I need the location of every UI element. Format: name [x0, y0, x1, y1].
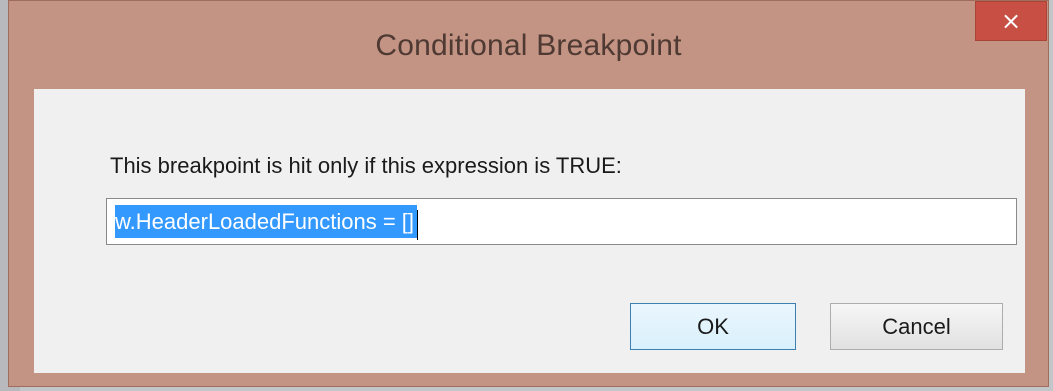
selected-expression-text: w.HeaderLoadedFunctions = []	[115, 205, 418, 238]
conditional-breakpoint-dialog: Conditional Breakpoint × This breakpoint…	[8, 0, 1049, 387]
condition-expression-input[interactable]: w.HeaderLoadedFunctions = []	[106, 198, 1017, 245]
dialog-body: This breakpoint is hit only if this expr…	[34, 89, 1025, 373]
ok-button[interactable]: OK	[630, 303, 796, 350]
expression-prompt-label: This breakpoint is hit only if this expr…	[110, 153, 622, 178]
close-icon: ×	[1000, 7, 1022, 35]
dialog-title: Conditional Breakpoint	[375, 29, 682, 62]
cancel-button[interactable]: Cancel	[830, 303, 1003, 350]
title-bar[interactable]: Conditional Breakpoint ×	[9, 1, 1048, 89]
close-button[interactable]: ×	[975, 1, 1047, 41]
text-caret	[417, 209, 419, 240]
